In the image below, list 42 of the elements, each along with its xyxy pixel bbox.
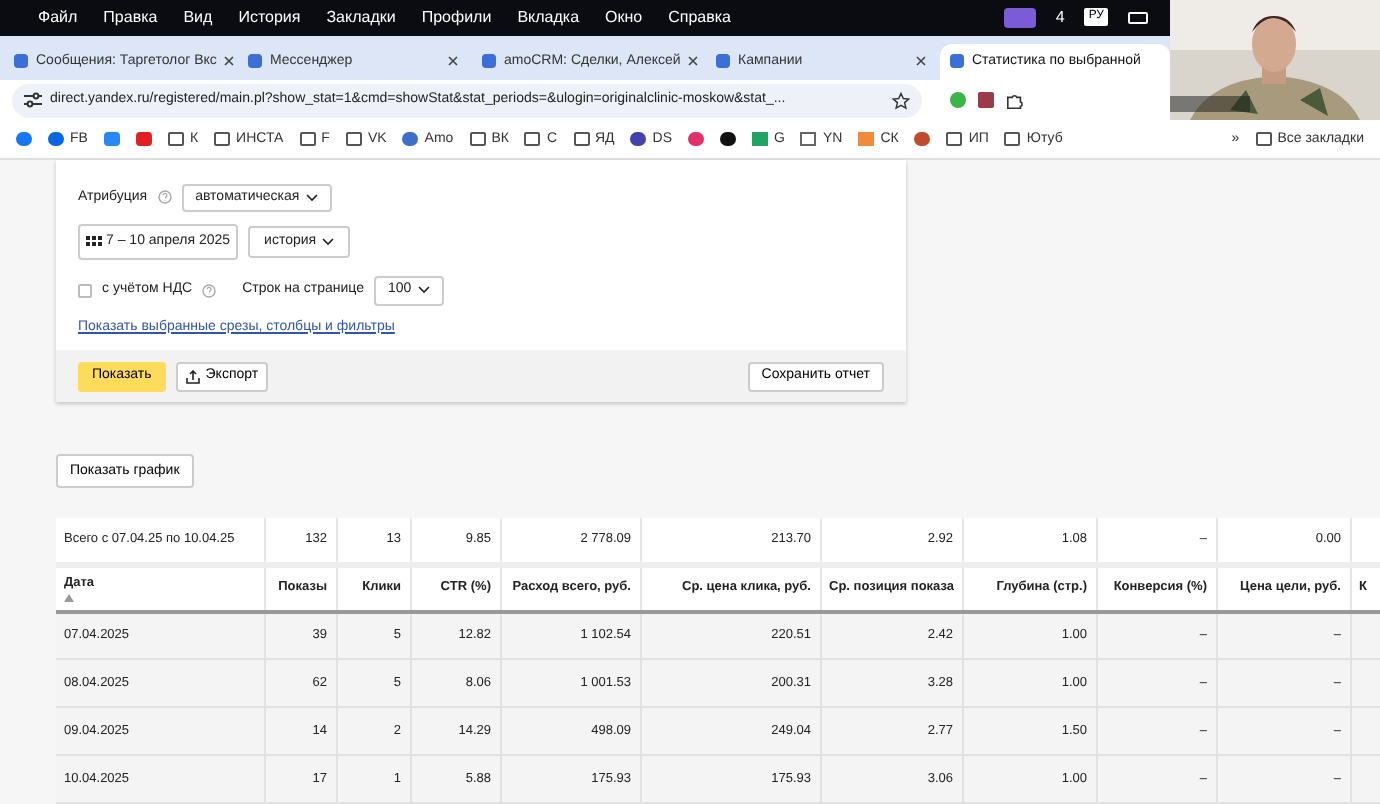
site-icon [14, 54, 28, 69]
menu-item[interactable]: Справка [668, 5, 732, 30]
folder-icon[interactable] [524, 132, 541, 147]
caret-icon [322, 237, 335, 246]
menu-item[interactable]: Файл [38, 5, 78, 30]
folder-icon[interactable] [469, 132, 486, 147]
folder-icon[interactable] [167, 132, 184, 147]
folder-icon[interactable] [946, 132, 963, 147]
site-icon [950, 54, 964, 69]
menu-item[interactable]: Вкладка [517, 5, 580, 30]
menu-item[interactable]: Вид [183, 5, 213, 30]
menu-item[interactable]: История [238, 5, 301, 30]
sort-icon [64, 594, 74, 603]
folder-icon[interactable] [299, 132, 316, 147]
tasks-count[interactable]: 4 [1055, 5, 1065, 30]
star-icon[interactable] [892, 91, 910, 110]
close-icon[interactable] [916, 56, 926, 67]
close-icon[interactable] [688, 56, 699, 67]
site-icon [716, 54, 730, 69]
folder-icon[interactable] [214, 132, 231, 147]
site-icon[interactable] [630, 132, 647, 147]
menu-item[interactable]: Профили [421, 5, 492, 30]
folder-icon[interactable] [1255, 132, 1272, 147]
upload-icon [185, 369, 200, 384]
close-icon[interactable] [448, 56, 458, 67]
screen-icon[interactable] [1003, 7, 1036, 28]
site-icon [482, 54, 496, 69]
calendar-icon [86, 235, 102, 248]
vat-checkbox[interactable] [78, 283, 92, 298]
folder-icon[interactable] [573, 132, 589, 147]
caret-icon [417, 286, 430, 295]
folder-icon[interactable] [345, 132, 362, 147]
puzzle-icon[interactable] [1006, 91, 1024, 110]
site-settings-icon[interactable] [24, 92, 42, 109]
caret-icon [305, 193, 318, 202]
menu-item[interactable]: Правка [103, 5, 158, 30]
menu-item[interactable]: Закладки [326, 5, 396, 30]
close-icon[interactable] [224, 56, 234, 67]
menu-item[interactable]: Окно [605, 5, 643, 30]
site-icon [248, 54, 262, 69]
folder-icon[interactable] [1004, 132, 1021, 147]
battery-icon[interactable] [1128, 11, 1148, 24]
